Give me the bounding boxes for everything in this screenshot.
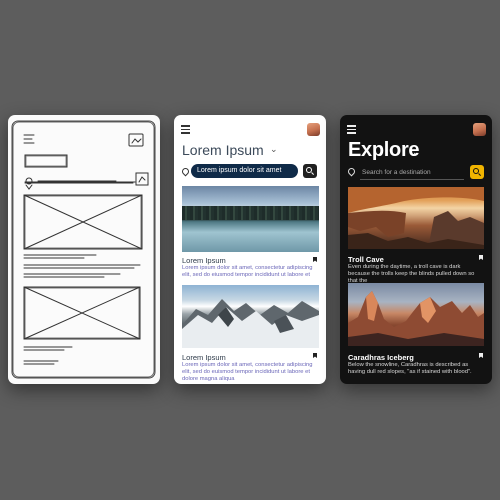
card-title: Lorem Ipsum [182, 256, 226, 265]
lake-photo[interactable] [182, 186, 319, 252]
mountain-photo[interactable] [182, 285, 319, 348]
cave-arch-shapes [348, 187, 484, 249]
bookmark-icon[interactable] [479, 255, 483, 260]
avatar[interactable] [307, 123, 320, 136]
chevron-down-icon[interactable]: ⌄ [270, 144, 278, 155]
card-description: Lorem ipsum dolor sit amet, consectetur … [182, 362, 313, 382]
wireframe-sketch [11, 120, 156, 379]
page-title: Lorem Ipsum [182, 142, 264, 158]
mountain-shapes [182, 299, 319, 348]
chevron-down-icon[interactable]: ⌄ [412, 147, 420, 158]
bookmark-icon[interactable] [313, 257, 317, 262]
page-title: Explore [348, 139, 420, 161]
top-bar [347, 123, 486, 137]
rock-spires-shapes [348, 291, 484, 346]
sketch-wireframe-phone [8, 115, 160, 384]
search-input[interactable]: Lorem ipsum dolor sit amet [191, 164, 298, 178]
search-icon [306, 167, 312, 173]
dark-mockup-phone: Explore ⌄ Search for a destination Troll… [340, 115, 492, 384]
search-icon [473, 168, 479, 174]
card-title: Troll Cave [348, 255, 384, 264]
location-pin-icon [346, 166, 357, 177]
search-button[interactable] [303, 164, 317, 178]
search-button[interactable] [470, 165, 484, 179]
search-placeholder[interactable]: Search for a destination [362, 169, 431, 176]
caradhras-iceberg-photo[interactable] [348, 283, 484, 346]
card-description: Below the snowline, Caradhras is describ… [348, 362, 472, 375]
forest-shoreline [182, 206, 319, 220]
search-input-value: Lorem ipsum dolor sit amet [197, 167, 282, 174]
bookmark-icon[interactable] [479, 353, 483, 358]
menu-icon[interactable] [181, 125, 190, 136]
card-title: Lorem Ipsum [182, 353, 226, 362]
avatar[interactable] [473, 123, 486, 136]
troll-cave-photo[interactable] [348, 187, 484, 249]
location-pin-icon [180, 166, 191, 177]
menu-icon[interactable] [347, 125, 356, 136]
search-underline [360, 179, 464, 180]
card-description: Lorem ipsum dolor sit amet, consectetur … [182, 265, 313, 278]
bookmark-icon[interactable] [313, 353, 317, 358]
card-description: Even during the daytime, a troll cave is… [348, 264, 475, 284]
card-title: Caradhras Iceberg [348, 353, 414, 362]
top-bar [181, 123, 320, 137]
light-mockup-phone: Lorem Ipsum ⌄ Lorem ipsum dolor sit amet… [174, 115, 326, 384]
